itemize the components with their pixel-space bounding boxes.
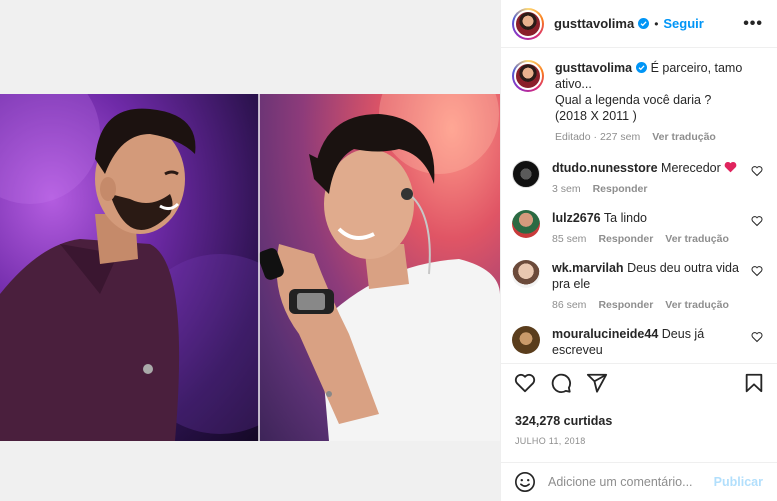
comment-item: dtudo.nunesstore Merecedor 3 sem Respond… (512, 160, 763, 195)
caption-avatar[interactable] (512, 60, 544, 93)
follow-button[interactable]: Seguir (663, 16, 703, 31)
more-icon[interactable]: ••• (743, 15, 763, 33)
publish-button[interactable]: Publicar (714, 475, 763, 489)
comment-username[interactable]: wk.marvilah (552, 261, 624, 275)
post-caption: gusttavolima É parceiro, tamo ativo... Q… (512, 60, 763, 143)
share-icon[interactable] (586, 372, 608, 394)
post-photo (0, 94, 500, 441)
comment-username[interactable]: mouralucineide44 (552, 327, 658, 341)
bookmark-icon[interactable] (743, 372, 765, 394)
like-comment-heart-icon[interactable] (751, 165, 763, 177)
comment-username[interactable]: lulz2676 (552, 211, 601, 225)
like-comment-heart-icon[interactable] (751, 215, 763, 227)
post-sidebar: gusttavolima • Seguir ••• gusttavolima É… (500, 0, 777, 501)
comment-item: mouralucineide44 Deus já escreveu (512, 326, 763, 358)
comment-avatar[interactable] (512, 160, 540, 189)
heart-icon[interactable] (514, 372, 536, 394)
like-comment-heart-icon[interactable] (751, 331, 763, 343)
like-comment-heart-icon[interactable] (751, 265, 763, 277)
caption-text-line2: Qual a legenda você daria ? (555, 93, 712, 108)
photo-right-2011 (259, 94, 500, 441)
comment-avatar[interactable] (512, 210, 540, 239)
comment-age: 86 sem (552, 299, 587, 312)
comment-text: Merecedor (661, 161, 721, 176)
post-modal: gusttavolima • Seguir ••• gusttavolima É… (0, 0, 777, 501)
comment-icon[interactable] (550, 372, 572, 394)
see-translation-button[interactable]: Ver tradução (665, 233, 729, 245)
see-translation-button[interactable]: Ver tradução (652, 131, 716, 143)
caption-text-line3: (2018 X 2011 ) (555, 109, 637, 124)
red-heart-emoji-icon (724, 162, 737, 173)
photo-left-2018 (0, 94, 259, 441)
verified-badge-icon (638, 18, 650, 30)
singer-2018-illustration (0, 94, 259, 441)
post-media[interactable] (0, 0, 500, 501)
see-translation-button[interactable]: Ver tradução (665, 299, 729, 311)
like-count[interactable]: 324,278 curtidas (501, 414, 777, 433)
photo-divider (258, 94, 260, 441)
caption-username[interactable]: gusttavolima (555, 61, 632, 75)
comments-list[interactable]: gusttavolima É parceiro, tamo ativo... Q… (501, 48, 777, 363)
post-date[interactable]: JULHO 11, 2018 (501, 433, 777, 462)
post-actions (501, 363, 777, 414)
comment-age: 3 sem (552, 183, 581, 196)
singer-2011-illustration (259, 94, 500, 441)
author-avatar[interactable] (512, 7, 544, 40)
post-header: gusttavolima • Seguir ••• (501, 0, 777, 49)
reply-button[interactable]: Responder (598, 233, 653, 245)
header-separator: • (654, 16, 659, 31)
comment-input[interactable] (548, 475, 714, 490)
author-username[interactable]: gusttavolima (554, 16, 634, 31)
comment-avatar[interactable] (512, 260, 540, 289)
comment-item: lulz2676 Ta lindo 85 sem Responder Ver t… (512, 210, 763, 245)
emoji-icon[interactable] (514, 471, 536, 493)
comment-item: wk.marvilah Deus deu outra vida pra ele … (512, 260, 763, 311)
caption-edited-time: Editado · 227 sem (555, 131, 641, 144)
comment-text: Ta lindo (603, 211, 647, 226)
add-comment-bar: Publicar (501, 462, 777, 501)
comment-avatar[interactable] (512, 326, 540, 355)
comment-username[interactable]: dtudo.nunesstore (552, 161, 658, 175)
verified-badge-icon (636, 62, 648, 74)
comment-age: 85 sem (552, 233, 587, 246)
reply-button[interactable]: Responder (593, 183, 648, 195)
reply-button[interactable]: Responder (598, 299, 653, 311)
